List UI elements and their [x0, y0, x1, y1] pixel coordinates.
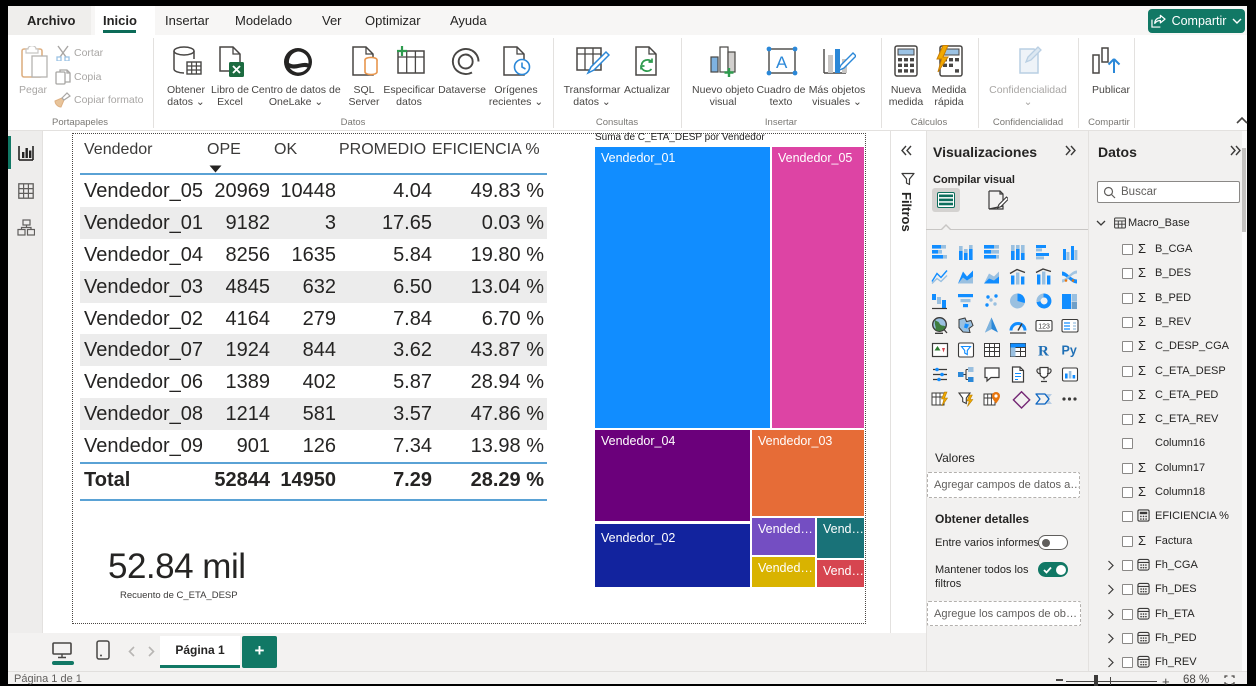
svg-text:A: A	[776, 53, 788, 72]
svg-text:Py: Py	[1062, 344, 1077, 358]
svg-text:123: 123	[1038, 324, 1050, 331]
svg-text:R: R	[1038, 344, 1049, 360]
